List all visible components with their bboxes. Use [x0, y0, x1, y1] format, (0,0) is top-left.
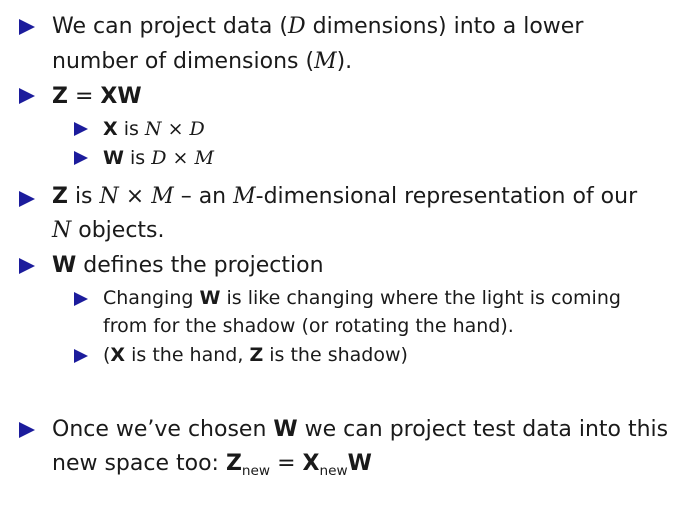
sub-bullet-text-line: (X is the hand, Z is the shadow)	[103, 344, 408, 366]
bullet-text-line: W defines the projection	[52, 253, 324, 278]
sub-bullet-triangle-icon	[74, 292, 88, 306]
sub-bullet-triangle-icon	[74, 122, 88, 136]
bullet-triangle-icon	[19, 422, 35, 438]
bullet-text-line: Once we’ve chosen W we can project test …	[52, 417, 669, 442]
sub-bullet-text-line: from for the shadow (or rotating the han…	[103, 315, 514, 337]
slide: We can project data (D dimensions) into …	[0, 0, 680, 512]
bullet-triangle-icon	[19, 19, 35, 35]
bullet-triangle-icon	[19, 88, 35, 104]
bullet-triangle-icon	[19, 258, 35, 274]
sub-bullet-triangle-icon	[74, 349, 88, 363]
bullet-text-line: We can project data (D dimensions) into …	[52, 14, 584, 39]
bullet-text-line: Z = XW	[52, 84, 142, 109]
sub-bullet-text-line: W is D × M	[103, 147, 214, 169]
bullet-text-line: new space too: Znew = XnewW	[52, 451, 372, 479]
sub-bullet-text-line: X is N × D	[103, 118, 205, 140]
bullet-triangle-icon	[19, 191, 35, 207]
sub-bullet-triangle-icon	[74, 151, 88, 165]
bullet-text-line: N objects.	[52, 218, 165, 243]
bullet-text-line: number of dimensions (M).	[52, 49, 353, 74]
bullet-text-line: Z is N × M – an M-dimensional representa…	[52, 184, 638, 209]
sub-bullet-text-line: Changing W is like changing where the li…	[103, 287, 621, 309]
